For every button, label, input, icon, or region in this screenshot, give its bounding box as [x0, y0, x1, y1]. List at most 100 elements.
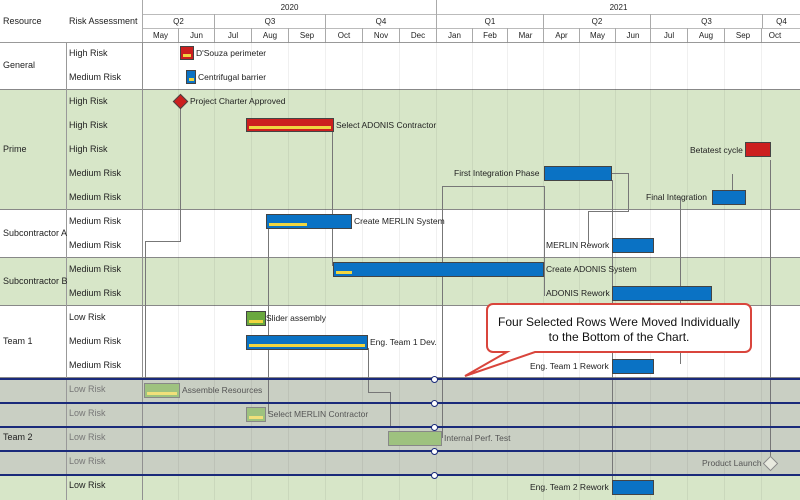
month-jan: Jan [436, 28, 472, 42]
task-label: Eng. Team 2 Rework [530, 482, 609, 492]
month-dec: Dec [399, 28, 436, 42]
group-name: Subcontractor B [3, 276, 68, 286]
dependency-line [332, 126, 333, 266]
task-label: First Integration Phase [454, 168, 540, 178]
quarter-q3: Q3 [650, 14, 762, 28]
month-apr: Apr [543, 28, 579, 42]
task-label: Eng. Team 1 Dev. [370, 337, 437, 347]
row-resize-handle[interactable] [431, 424, 438, 431]
dependency-line [180, 104, 181, 242]
task-bar-final-integration[interactable] [712, 190, 746, 205]
quarter-q4: Q4 [325, 14, 436, 28]
selected-row[interactable] [0, 450, 800, 474]
quarter-q2: Q2 [142, 14, 214, 28]
group-name: Prime [3, 144, 27, 154]
risk-label: Medium Risk [69, 336, 122, 346]
task-label: Assemble Resources [182, 385, 263, 395]
risk-label: Medium Risk [69, 168, 122, 178]
task-bar-first-integration[interactable] [544, 166, 612, 181]
risk-column-header[interactable]: Risk Assessment [66, 0, 142, 42]
group-name: General [3, 60, 36, 70]
month-jul: Jul [650, 28, 687, 42]
risk-label: Medium Risk [69, 216, 122, 226]
task-label: Select ADONIS Contractor [336, 120, 437, 130]
risk-label: Medium Risk [69, 192, 122, 202]
task-bar-eng-team2-rework[interactable] [612, 480, 654, 495]
task-label: Select MERLIN Contractor [268, 409, 369, 419]
month-sep: Sep [724, 28, 761, 42]
risk-label: Medium Risk [69, 240, 122, 250]
risk-label: High Risk [69, 48, 108, 58]
task-label: Centrifugal barrier [198, 72, 267, 82]
month-may: May [142, 28, 178, 42]
task-label: MERLIN Rework [546, 240, 610, 250]
month-jun: Jun [615, 28, 650, 42]
quarter-q1: Q1 [436, 14, 543, 28]
row-resize-handle[interactable] [431, 448, 438, 455]
risk-label: Medium Risk [69, 264, 122, 274]
dependency-line [145, 241, 181, 242]
quarter-q4: Q4 [762, 14, 800, 28]
group-name: Subcontractor A [3, 228, 68, 238]
task-label: Internal Perf. Test [444, 433, 511, 443]
group-general [0, 42, 800, 90]
selected-row[interactable] [0, 378, 800, 402]
risk-label: High Risk [69, 96, 108, 106]
task-label: Create MERLIN System [354, 216, 445, 226]
task-label: Product Launch [702, 458, 762, 468]
month-aug: Aug [687, 28, 724, 42]
month-jul: Jul [214, 28, 251, 42]
task-label: ADONIS Rework [546, 288, 610, 298]
task-bar-adonis-system[interactable] [333, 262, 544, 277]
dependency-line [145, 241, 146, 380]
callout-text: Four Selected Rows Were Moved Individual… [498, 315, 740, 344]
task-bar-merlin-contractor[interactable] [246, 407, 266, 422]
dependency-line [544, 186, 545, 296]
row-resize-handle[interactable] [431, 400, 438, 407]
risk-label: Medium Risk [69, 360, 122, 370]
month-aug: Aug [251, 28, 288, 42]
task-bar-eng-team1-dev[interactable] [246, 335, 368, 350]
task-label: Final Integration [646, 192, 707, 202]
risk-label: Low Risk [69, 312, 106, 322]
month-feb: Feb [472, 28, 507, 42]
month-oct: Oct [325, 28, 362, 42]
risk-label: Low Risk [69, 480, 106, 490]
dependency-line [628, 173, 629, 211]
year-2020: 2020 [142, 0, 436, 14]
task-bar-betatest[interactable] [745, 142, 771, 157]
task-bar-slider[interactable] [246, 311, 266, 326]
group-name: Team 1 [3, 336, 33, 346]
task-bar-adonis-rework[interactable] [612, 286, 712, 301]
task-bar-dsouza[interactable] [180, 46, 194, 60]
dependency-line [612, 173, 628, 174]
quarter-q3: Q3 [214, 14, 325, 28]
risk-label: Medium Risk [69, 288, 122, 298]
resource-column-header[interactable]: Resource [0, 0, 66, 42]
month-mar: Mar [507, 28, 543, 42]
task-label: Create ADONIS System [546, 264, 637, 274]
risk-label: High Risk [69, 144, 108, 154]
month-sep: Sep [288, 28, 325, 42]
month-oct: Oct [761, 28, 788, 42]
task-bar-merlin-system[interactable] [266, 214, 352, 229]
quarter-q2: Q2 [543, 14, 650, 28]
task-bar-adonis-contractor[interactable] [246, 118, 334, 132]
month-jun: Jun [178, 28, 214, 42]
task-bar-merlin-rework[interactable] [612, 238, 654, 253]
year-2021: 2021 [436, 0, 800, 14]
task-bar-assemble-resources[interactable] [144, 383, 180, 398]
month-nov: Nov [362, 28, 399, 42]
risk-label: High Risk [69, 120, 108, 130]
selected-row[interactable] [0, 402, 800, 426]
row-resize-handle[interactable] [431, 376, 438, 383]
month-may: May [579, 28, 615, 42]
task-label: Betatest cycle [690, 145, 743, 155]
task-label: D'Souza perimeter [196, 48, 267, 58]
row-resize-handle[interactable] [431, 472, 438, 479]
task-label: Project Charter Approved [190, 96, 286, 106]
task-bar-internal-perf[interactable] [388, 431, 442, 446]
task-label: Slider assembly [266, 313, 326, 323]
task-bar-centrifugal[interactable] [186, 70, 196, 84]
risk-label: Medium Risk [69, 72, 122, 82]
